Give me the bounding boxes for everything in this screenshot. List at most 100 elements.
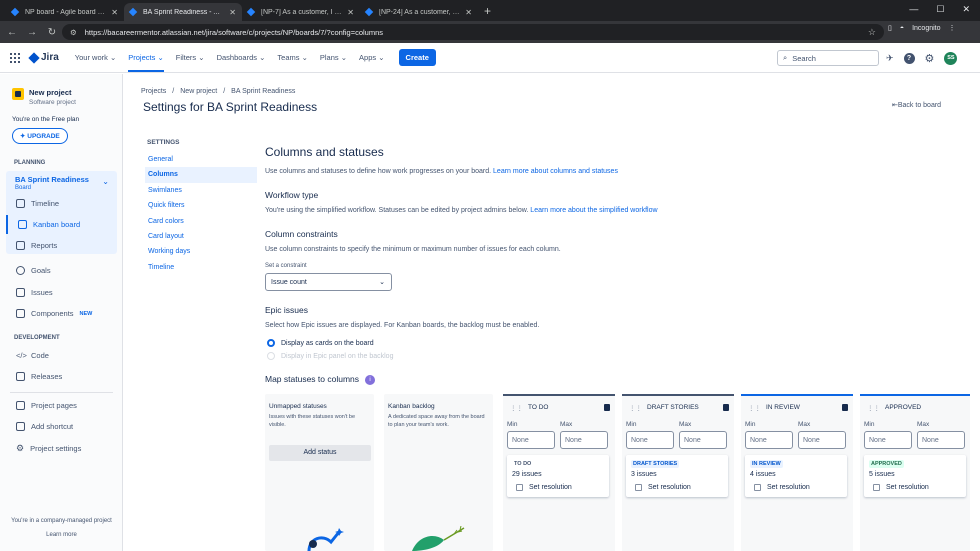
epic-radio-cards[interactable]: Display as cards on the board bbox=[267, 339, 374, 347]
learn-more-link[interactable]: Learn more bbox=[0, 528, 123, 542]
status-card[interactable]: IN REVIEW 4 issues Set resolution bbox=[745, 455, 847, 497]
close-icon[interactable]: ✕ bbox=[229, 8, 236, 17]
upgrade-button[interactable]: ✦ UPGRADE bbox=[12, 128, 68, 144]
help-icon[interactable]: ? bbox=[903, 53, 915, 64]
checkbox-icon bbox=[516, 484, 523, 491]
status-column-in-review[interactable]: ⋮⋮ IN REVIEW Min Max None None IN REVIEW … bbox=[741, 394, 853, 551]
create-button[interactable]: Create bbox=[398, 49, 436, 66]
learn-more-workflow-link[interactable]: Learn more about the simplified workflow bbox=[530, 207, 657, 214]
back-arrow-icon[interactable]: ← bbox=[4, 27, 20, 38]
site-info-icon[interactable]: ⚙ bbox=[70, 28, 77, 37]
forward-arrow-icon[interactable]: → bbox=[24, 27, 40, 38]
set-resolution-checkbox[interactable]: Set resolution bbox=[754, 484, 810, 491]
settings-item-working-days[interactable]: Working days bbox=[147, 244, 257, 259]
constraint-select[interactable]: Issue count ⌄ bbox=[265, 273, 392, 291]
maximize-icon[interactable]: ☐ bbox=[936, 4, 944, 15]
avatar[interactable]: SS bbox=[944, 52, 958, 65]
nav-projects[interactable]: Projects ⌄ bbox=[128, 43, 165, 72]
nav-your-work[interactable]: Your work ⌄ bbox=[75, 43, 116, 72]
status-card[interactable]: DRAFT STORIES 3 issues Set resolution bbox=[626, 455, 728, 497]
trash-icon[interactable] bbox=[604, 404, 610, 411]
set-resolution-checkbox[interactable]: Set resolution bbox=[873, 484, 929, 491]
epic-radio-panel: Display in Epic panel on the backlog bbox=[267, 352, 393, 360]
reload-icon[interactable]: ↻ bbox=[44, 27, 60, 38]
settings-item-columns[interactable]: Columns bbox=[145, 167, 257, 183]
search-input[interactable]: ⌕ Search bbox=[777, 50, 879, 66]
sidebar-item-goals[interactable]: Goals bbox=[6, 261, 117, 280]
learn-more-columns-link[interactable]: Learn more about columns and statuses bbox=[493, 168, 618, 175]
set-resolution-checkbox[interactable]: Set resolution bbox=[516, 484, 572, 491]
trash-icon[interactable] bbox=[723, 404, 729, 411]
nav-filters[interactable]: Filters ⌄ bbox=[176, 43, 205, 72]
app-switcher-icon[interactable] bbox=[10, 52, 20, 63]
settings-item-general[interactable]: General bbox=[147, 152, 257, 167]
drag-handle-icon[interactable]: ⋮⋮ bbox=[748, 404, 761, 412]
sidebar-item-releases[interactable]: Releases bbox=[6, 367, 117, 386]
nav-teams[interactable]: Teams ⌄ bbox=[277, 43, 307, 72]
status-card[interactable]: APPROVED 5 issues Set resolution bbox=[864, 455, 966, 497]
browser-tab[interactable]: NP board - Agile board - Jira ✕ bbox=[6, 3, 124, 21]
browser-tab[interactable]: [NP-24] As a customer, I want t...✕ bbox=[360, 3, 478, 21]
min-label: Min bbox=[745, 421, 756, 428]
gear-icon[interactable]: ⚙ bbox=[925, 52, 935, 65]
nav-dashboards[interactable]: Dashboards ⌄ bbox=[217, 43, 266, 72]
info-icon[interactable]: i bbox=[365, 374, 376, 385]
sidebar-item-kanban-board[interactable]: Kanban board bbox=[6, 215, 117, 234]
status-column-draft-stories[interactable]: ⋮⋮ DRAFT STORIES Min Max None None DRAFT … bbox=[622, 394, 734, 551]
browser-tab-active[interactable]: BA Sprint Readiness - Agile Bo...✕ bbox=[124, 3, 242, 21]
nav-plans[interactable]: Plans ⌄ bbox=[320, 43, 347, 72]
sidebar-item-project-settings[interactable]: ⚙ Project settings bbox=[6, 439, 117, 458]
max-input[interactable]: None bbox=[798, 431, 846, 449]
close-icon[interactable]: ✕ bbox=[111, 8, 118, 17]
jira-logo[interactable]: Jira bbox=[28, 51, 59, 64]
add-status-button[interactable]: Add status bbox=[269, 445, 371, 461]
breadcrumb-project[interactable]: New project bbox=[180, 88, 217, 95]
set-resolution-checkbox[interactable]: Set resolution bbox=[635, 484, 691, 491]
project-header[interactable]: New project Software project bbox=[12, 88, 76, 106]
status-column-approved[interactable]: ⋮⋮ APPROVED Min Max None None APPROVED 5 … bbox=[860, 394, 970, 551]
settings-item-swimlanes[interactable]: Swimlanes bbox=[147, 183, 257, 198]
close-icon[interactable]: ✕ bbox=[465, 8, 472, 17]
settings-item-card-layout[interactable]: Card layout bbox=[147, 229, 257, 244]
sidebar-item-components[interactable]: Components NEW bbox=[6, 304, 117, 323]
settings-item-card-colors[interactable]: Card colors bbox=[147, 214, 257, 229]
max-input[interactable]: None bbox=[560, 431, 608, 449]
section-title: Columns and statuses bbox=[265, 145, 384, 159]
menu-dots-icon[interactable]: ⋮ bbox=[949, 24, 956, 32]
breadcrumb-projects[interactable]: Projects bbox=[141, 88, 166, 95]
close-icon[interactable]: ✕ bbox=[347, 8, 354, 17]
max-label: Max bbox=[679, 421, 692, 428]
sidebar-item-issues[interactable]: Issues bbox=[6, 283, 117, 302]
new-tab-button[interactable]: + bbox=[484, 4, 491, 18]
notifications-icon[interactable]: ✈ bbox=[886, 53, 894, 64]
settings-item-timeline[interactable]: Timeline bbox=[147, 260, 257, 275]
sidebar-item-code[interactable]: </> Code bbox=[6, 346, 117, 365]
bookmark-star-icon[interactable]: ☆ bbox=[868, 27, 876, 38]
unmapped-statuses-column: Unmapped statuses Issues with these stat… bbox=[265, 394, 374, 551]
side-panel-icon[interactable]: ▯ bbox=[888, 24, 892, 32]
chevron-down-icon[interactable]: ⌄ bbox=[102, 177, 109, 186]
min-input[interactable]: None bbox=[626, 431, 674, 449]
profile-label[interactable]: Incognito bbox=[912, 25, 940, 32]
drag-handle-icon[interactable]: ⋮⋮ bbox=[629, 404, 642, 412]
min-input[interactable]: None bbox=[745, 431, 793, 449]
settings-item-quick-filters[interactable]: Quick filters bbox=[147, 198, 257, 213]
status-column-to-do[interactable]: ⋮⋮ TO DO Min Max None None TO DO 29 issue… bbox=[503, 394, 615, 551]
max-input[interactable]: None bbox=[679, 431, 727, 449]
sidebar-item-timeline[interactable]: Timeline bbox=[6, 194, 117, 213]
drag-handle-icon[interactable]: ⋮⋮ bbox=[510, 404, 523, 412]
browser-tab[interactable]: [NP-7] As a customer, I want to...✕ bbox=[242, 3, 360, 21]
sidebar-item-project-pages[interactable]: Project pages bbox=[6, 396, 117, 415]
trash-icon[interactable] bbox=[842, 404, 848, 411]
close-window-icon[interactable]: ✕ bbox=[962, 4, 970, 15]
drag-handle-icon[interactable]: ⋮⋮ bbox=[867, 404, 880, 412]
nav-apps[interactable]: Apps ⌄ bbox=[359, 43, 385, 72]
status-card[interactable]: TO DO 29 issues Set resolution bbox=[507, 455, 609, 497]
address-bar[interactable]: ⚙ https://bacareermentor.atlassian.net/j… bbox=[62, 24, 884, 40]
min-input[interactable]: None bbox=[507, 431, 555, 449]
sidebar-item-reports[interactable]: Reports bbox=[6, 236, 117, 255]
min-input[interactable]: None bbox=[864, 431, 912, 449]
sidebar-item-add-shortcut[interactable]: Add shortcut bbox=[6, 417, 117, 436]
max-input[interactable]: None bbox=[917, 431, 965, 449]
minimize-icon[interactable]: — bbox=[909, 4, 918, 15]
